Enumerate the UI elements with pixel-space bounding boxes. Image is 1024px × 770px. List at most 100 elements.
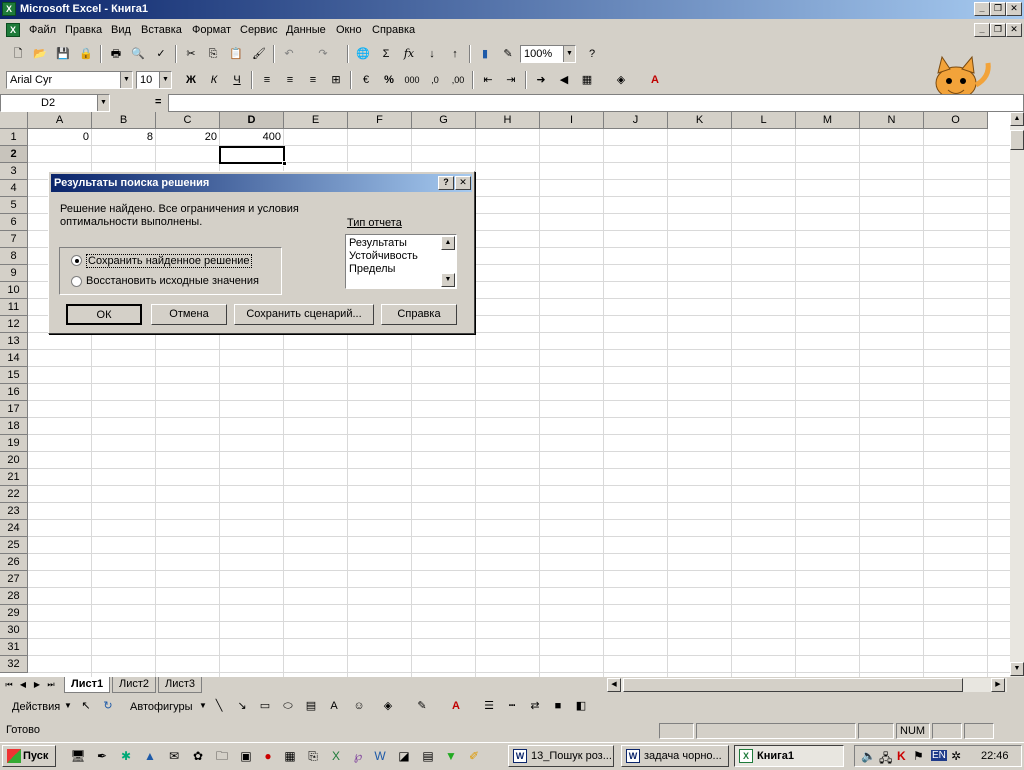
- excel-icon[interactable]: X: [2, 2, 16, 16]
- close-button[interactable]: ✕: [1006, 2, 1022, 16]
- increase-decimal-icon[interactable]: ,0: [425, 71, 445, 90]
- zoom-select[interactable]: 100% ▼: [520, 45, 576, 63]
- access-icon[interactable]: ℘: [350, 748, 366, 764]
- note-icon[interactable]: ✐: [466, 748, 482, 764]
- minimize-button[interactable]: _: [974, 2, 990, 16]
- spelling-icon[interactable]: ✓: [151, 45, 171, 64]
- check-icon[interactable]: ▼: [443, 748, 459, 764]
- row-header-17[interactable]: 17: [0, 401, 28, 418]
- chevron-down-icon[interactable]: ▼: [64, 701, 72, 710]
- settings-tray-icon[interactable]: ✲: [951, 749, 961, 763]
- help-button[interactable]: ?: [438, 176, 454, 190]
- cell-D1[interactable]: 400: [220, 129, 284, 146]
- scroll-left-icon[interactable]: ◀: [607, 678, 621, 692]
- horizontal-scrollbar[interactable]: ◀ ▶: [607, 678, 1007, 692]
- column-header-G[interactable]: G: [412, 112, 476, 129]
- column-header-J[interactable]: J: [604, 112, 668, 129]
- excel-quick-icon[interactable]: X: [328, 748, 344, 764]
- cell-C1[interactable]: 20: [156, 129, 220, 146]
- sort-desc-icon[interactable]: ↑: [445, 45, 465, 64]
- row-header-3[interactable]: 3: [0, 163, 28, 180]
- scroll-up-icon[interactable]: ▲: [1010, 112, 1024, 126]
- hyperlink-icon[interactable]: 🌐: [353, 45, 373, 64]
- cut-icon[interactable]: ✂: [181, 45, 201, 64]
- task-excel[interactable]: X Книга1: [734, 745, 844, 767]
- help-dialog-button[interactable]: Справка: [381, 304, 457, 325]
- clipart-icon[interactable]: ☺: [349, 697, 369, 716]
- cell-A1[interactable]: 0: [28, 129, 92, 146]
- menu-insert[interactable]: Вставка: [141, 24, 182, 36]
- align-center-icon[interactable]: ≡: [280, 71, 300, 90]
- rectangle-icon[interactable]: ▭: [255, 697, 275, 716]
- sheet-tab-2[interactable]: Лист2: [112, 677, 157, 693]
- row-header-31[interactable]: 31: [0, 639, 28, 656]
- row-header-8[interactable]: 8: [0, 248, 28, 265]
- row-header-24[interactable]: 24: [0, 520, 28, 537]
- drawing-icon[interactable]: ✎: [498, 45, 518, 64]
- scroll-thumb[interactable]: [1010, 130, 1024, 150]
- row-header-14[interactable]: 14: [0, 350, 28, 367]
- chart-wizard-icon[interactable]: ▮: [475, 45, 495, 64]
- menu-file[interactable]: Файл: [29, 24, 56, 36]
- row-header-6[interactable]: 6: [0, 214, 28, 231]
- calc-icon[interactable]: ▤: [420, 748, 436, 764]
- formula-input[interactable]: [168, 94, 1024, 112]
- fill-color-icon[interactable]: ◈: [611, 71, 631, 90]
- menu-edit[interactable]: Правка: [65, 24, 102, 36]
- doc-close-button[interactable]: ✕: [1006, 23, 1022, 37]
- maximize-button[interactable]: ❐: [990, 2, 1006, 16]
- h-scroll-thumb[interactable]: [623, 678, 963, 692]
- menu-help[interactable]: Справка: [372, 24, 415, 36]
- print-preview-icon[interactable]: 🔍: [128, 45, 148, 64]
- column-header-C[interactable]: C: [156, 112, 220, 129]
- row-header-30[interactable]: 30: [0, 622, 28, 639]
- row-header-13[interactable]: 13: [0, 333, 28, 350]
- font-color-icon[interactable]: A: [645, 71, 665, 90]
- chevron-down-icon[interactable]: ▼: [120, 72, 132, 88]
- column-header-I[interactable]: I: [540, 112, 604, 129]
- format-painter-icon[interactable]: 🖌: [249, 45, 269, 64]
- row-header-5[interactable]: 5: [0, 197, 28, 214]
- save-scenario-button[interactable]: Сохранить сценарий...: [234, 304, 374, 325]
- font-select[interactable]: Arial Cyr ▼: [6, 71, 133, 89]
- cell-B1[interactable]: 8: [92, 129, 156, 146]
- italic-button[interactable]: К: [204, 71, 224, 90]
- column-header-E[interactable]: E: [284, 112, 348, 129]
- borders-icon[interactable]: ▦: [577, 71, 597, 90]
- row-header-15[interactable]: 15: [0, 367, 28, 384]
- row-header-19[interactable]: 19: [0, 435, 28, 452]
- wordart-icon[interactable]: A: [324, 697, 344, 716]
- chevron-down-icon[interactable]: ▼: [97, 95, 109, 111]
- decrease-indent-icon[interactable]: ⇤: [478, 71, 498, 90]
- actions-menu[interactable]: Действия: [12, 701, 60, 713]
- redo-icon[interactable]: ↷: [313, 45, 333, 64]
- active-cell-D2[interactable]: [219, 146, 285, 164]
- row-header-22[interactable]: 22: [0, 486, 28, 503]
- list-scroll-down-icon[interactable]: ▼: [441, 273, 455, 287]
- column-header-M[interactable]: M: [796, 112, 860, 129]
- desktop-icon[interactable]: 🖥: [70, 748, 86, 764]
- oval-icon[interactable]: ⬭: [278, 697, 298, 716]
- align-right-icon[interactable]: ≡: [303, 71, 323, 90]
- list-scroll-up-icon[interactable]: ▲: [441, 236, 455, 250]
- sheet-tab-1[interactable]: Лист1: [64, 677, 111, 693]
- row-header-1[interactable]: 1: [0, 129, 28, 146]
- undo-icon[interactable]: ↶: [279, 45, 299, 64]
- scroll-down-icon[interactable]: ▼: [1010, 662, 1024, 676]
- column-header-F[interactable]: F: [348, 112, 412, 129]
- menu-format[interactable]: Формат: [192, 24, 231, 36]
- line-style-icon[interactable]: ☰: [479, 697, 499, 716]
- lang-indicator[interactable]: EN: [931, 750, 947, 761]
- folder-icon[interactable]: 🗀: [214, 748, 230, 764]
- puzzle-icon[interactable]: ✿: [190, 748, 206, 764]
- radio-restore-values[interactable]: [71, 276, 82, 287]
- arrow-left-icon[interactable]: ◀: [554, 71, 574, 90]
- column-header-L[interactable]: L: [732, 112, 796, 129]
- currency-icon[interactable]: €: [356, 71, 376, 90]
- chevron-down-icon[interactable]: ▼: [159, 72, 171, 88]
- row-header-29[interactable]: 29: [0, 605, 28, 622]
- shadow-icon[interactable]: ■: [548, 697, 568, 716]
- chevron-down-icon[interactable]: ▼: [563, 46, 575, 62]
- volume-icon[interactable]: 🔈: [861, 749, 876, 763]
- word-quick-icon[interactable]: W: [372, 748, 388, 764]
